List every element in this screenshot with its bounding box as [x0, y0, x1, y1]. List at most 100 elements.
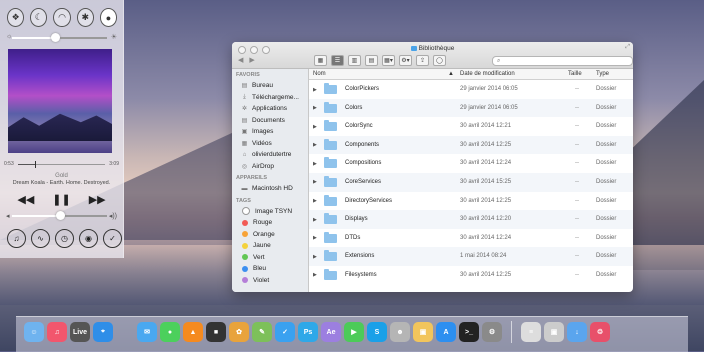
disclosure-triangle-icon[interactable]: ▶	[313, 217, 317, 223]
icon-view-button[interactable]: ▦	[314, 55, 327, 66]
tags-button[interactable]: ◯	[433, 55, 446, 66]
file-size: --	[575, 86, 579, 92]
music-icon[interactable]: ♫	[47, 322, 67, 342]
contacts-icon[interactable]: ☻	[390, 322, 410, 342]
table-row[interactable]: ▶ DTDs 30 avril 2014 12:24 -- Dossier	[309, 229, 633, 248]
table-row[interactable]: ▶ Extensions 1 mai 2014 08:24 -- Dossier	[309, 247, 633, 266]
sidebar-item[interactable]: ⤓ Téléchargeme...	[232, 92, 308, 104]
action-button[interactable]: ⚙▾	[399, 55, 412, 66]
disclosure-triangle-icon[interactable]: ▶	[313, 254, 317, 260]
twitter-icon[interactable]: ✓	[275, 322, 295, 342]
after-effects-icon[interactable]: Ae	[321, 322, 341, 342]
sidebar-tag[interactable]: Rouge	[232, 217, 308, 229]
preview-icon[interactable]: ▣	[413, 322, 433, 342]
mail-icon[interactable]: ✉	[137, 322, 157, 342]
table-row[interactable]: ▶ Filesystems 30 avril 2014 12:25 -- Dossier	[309, 266, 633, 285]
table-row[interactable]: ▶ Displays 30 avril 2014 12:20 -- Dossier	[309, 210, 633, 229]
column-kind[interactable]: Type	[596, 71, 609, 77]
share-button[interactable]: ⇪	[416, 55, 429, 66]
claquette-icon[interactable]: ■	[206, 322, 226, 342]
trash-icon[interactable]: ♲	[590, 322, 610, 342]
messages-icon[interactable]: ●	[160, 322, 180, 342]
screenshots-stack-icon[interactable]: ▣	[544, 322, 564, 342]
sidebar-item[interactable]: ◎ AirDrop	[232, 161, 308, 173]
volume-knob[interactable]	[55, 211, 65, 220]
arrange-button[interactable]: ▦▾	[382, 55, 395, 66]
volume-slider[interactable]: ◂ ◂))	[6, 211, 117, 221]
sidebar-tag[interactable]: Jaune	[232, 240, 308, 252]
sidebar-item[interactable]: ✲ Applications	[232, 103, 308, 115]
disclosure-triangle-icon[interactable]: ▶	[313, 272, 317, 278]
notes-icon[interactable]: ✎	[252, 322, 272, 342]
table-row[interactable]: ▶ CoreServices 30 avril 2014 15:25 -- Dossie…	[309, 172, 633, 192]
live-icon[interactable]: Live	[70, 322, 90, 342]
sidebar-tag[interactable]: Vert	[232, 252, 308, 264]
disclosure-triangle-icon[interactable]: ▶	[313, 87, 317, 93]
terminal-icon[interactable]: >_	[459, 322, 479, 342]
column-name[interactable]: Nom	[313, 71, 326, 77]
column-view-button[interactable]: ▥	[348, 55, 361, 66]
playback-progress[interactable]: 0:53 3:09	[4, 159, 119, 171]
table-row[interactable]: ▶ ColorSync 30 avril 2014 12:21 -- Dossier	[309, 117, 633, 136]
facetime-icon[interactable]: ▶	[344, 322, 364, 342]
sidebar-tag[interactable]: Image TSYN	[232, 206, 308, 218]
sidebar-item[interactable]: ▦ Vidéos	[232, 138, 308, 150]
file-date: 30 avril 2014 12:25	[460, 271, 512, 278]
table-row[interactable]: ▶ Colors 29 janvier 2014 06:05 -- Dossier	[309, 98, 633, 118]
pause-icon[interactable]: ❚❚	[52, 193, 70, 206]
next-track-icon[interactable]: ▶▶	[89, 193, 106, 206]
back-button[interactable]: ◀	[238, 56, 243, 64]
previous-track-icon[interactable]: ◀◀	[17, 193, 34, 206]
disclosure-triangle-icon[interactable]: ▶	[313, 161, 317, 167]
finder-icon[interactable]: ☺	[24, 322, 44, 342]
sidebar-tag[interactable]: Bleu	[232, 263, 308, 275]
airplay-icon[interactable]: ♫	[7, 229, 26, 248]
sidebar-item[interactable]: ▤ Documents	[232, 115, 308, 127]
safari-icon[interactable]: ⌖	[93, 322, 113, 342]
do-not-disturb-icon[interactable]: ❖	[7, 8, 25, 27]
sidebar-tag[interactable]: Violet	[232, 275, 308, 287]
downloads-icon[interactable]: ↓	[567, 322, 587, 342]
bluetooth-icon[interactable]: ✱	[76, 8, 94, 27]
system-preferences-icon[interactable]: ⚙	[482, 322, 502, 342]
fullscreen-icon[interactable]: ⤢	[625, 44, 630, 51]
column-size[interactable]: Taille	[568, 71, 582, 77]
disclosure-triangle-icon[interactable]: ▶	[313, 198, 317, 204]
folder-icon	[324, 194, 337, 206]
brightness-icon[interactable]: ●	[99, 8, 118, 27]
sidebar-item[interactable]: ⌂ olivierdutertre	[232, 149, 308, 161]
table-row[interactable]: ▶ Compositions 30 avril 2014 12:24 -- Dossie…	[309, 154, 633, 173]
brightness-knob[interactable]	[50, 33, 60, 42]
search-input[interactable]: ⌕	[492, 56, 633, 66]
photoshop-icon[interactable]: Ps	[298, 322, 318, 342]
vlc-icon[interactable]: ▲	[183, 322, 203, 342]
wifi-icon[interactable]: ◠	[53, 8, 71, 27]
skype-icon[interactable]: S	[367, 322, 387, 342]
table-row[interactable]: ▶ ColorPickers 29 janvier 2014 06:05 -- Doss…	[309, 80, 633, 99]
table-row[interactable]: ▶ Components 30 avril 2014 12:25 -- Dossier	[309, 135, 633, 155]
disclosure-triangle-icon[interactable]: ▶	[313, 105, 317, 111]
documents-stack-icon[interactable]: ≡	[521, 322, 541, 342]
disclosure-triangle-icon[interactable]: ▶	[313, 235, 317, 241]
sidebar-item[interactable]: ▣ Images	[232, 126, 308, 138]
sidebar-tag[interactable]: Orange	[232, 229, 308, 241]
list-view-button[interactable]: ☰	[331, 55, 344, 66]
cover-flow-button[interactable]: ▤	[365, 55, 378, 66]
column-date[interactable]: Date de modification	[460, 71, 515, 77]
progress-knob[interactable]	[35, 161, 37, 168]
table-row[interactable]: ▶ DirectoryServices 30 avril 2014 12:25 -- D…	[309, 192, 633, 211]
brightness-slider[interactable]: ☼ ☀	[6, 33, 117, 43]
moon-icon[interactable]: ☾	[30, 8, 48, 27]
sidebar-item[interactable]: ▬ Macintosh HD	[232, 183, 308, 195]
camera-icon[interactable]: ◉	[79, 229, 98, 248]
checkmark-icon[interactable]: ✓	[103, 229, 122, 248]
timer-icon[interactable]: ◷	[55, 229, 74, 248]
disclosure-triangle-icon[interactable]: ▶	[313, 179, 317, 185]
disclosure-triangle-icon[interactable]: ▶	[313, 124, 317, 130]
app-store-icon[interactable]: A	[436, 322, 456, 342]
photos-icon[interactable]: ✿	[229, 322, 249, 342]
forward-button[interactable]: ▶	[249, 56, 254, 64]
disclosure-triangle-icon[interactable]: ▶	[313, 142, 317, 148]
sidebar-item[interactable]: ▤ Bureau	[232, 80, 308, 92]
airdrop-icon[interactable]: ∿	[31, 229, 50, 248]
